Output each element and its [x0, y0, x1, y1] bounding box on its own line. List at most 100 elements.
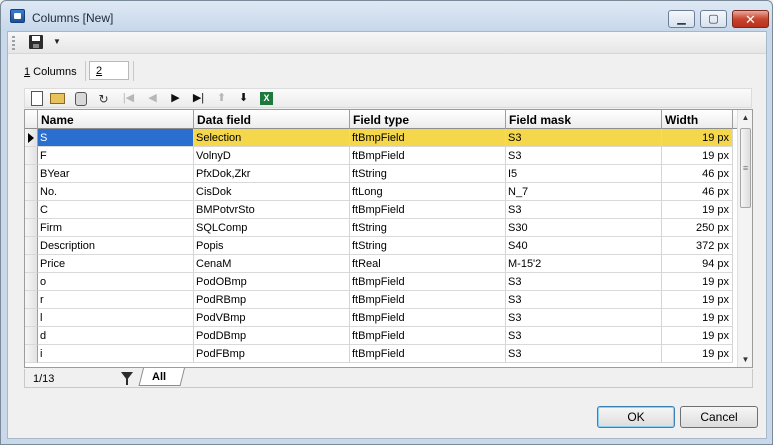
cell-data-field[interactable]: PodRBmp — [194, 291, 350, 309]
table-row[interactable]: Firm SQLComp ftString S30 250 px — [25, 219, 738, 237]
cell-field-mask[interactable]: S3 — [506, 291, 662, 309]
cell-name[interactable]: l — [38, 309, 194, 327]
cell-data-field[interactable]: VolnyD — [194, 147, 350, 165]
table-row[interactable]: F VolnyD ftBmpField S3 19 px — [25, 147, 738, 165]
cell-width[interactable]: 19 px — [662, 201, 733, 219]
cell-name[interactable]: o — [38, 273, 194, 291]
row-indicator[interactable] — [25, 237, 38, 255]
cell-field-mask[interactable]: S30 — [506, 219, 662, 237]
cell-name[interactable]: d — [38, 327, 194, 345]
vertical-scrollbar[interactable]: ▲ ≡ ▼ — [737, 110, 752, 367]
row-indicator[interactable] — [25, 273, 38, 291]
cell-data-field[interactable]: CenaM — [194, 255, 350, 273]
cell-width[interactable]: 19 px — [662, 291, 733, 309]
cell-name[interactable]: BYear — [38, 165, 194, 183]
table-row[interactable]: S Selection ftBmpField S3 19 px — [25, 129, 738, 147]
header-data-field[interactable]: Data field — [194, 110, 350, 129]
cell-width[interactable]: 19 px — [662, 273, 733, 291]
minimize-button[interactable]: ▁ — [668, 10, 695, 28]
cell-field-mask[interactable]: S3 — [506, 201, 662, 219]
cell-width[interactable]: 19 px — [662, 309, 733, 327]
cell-field-type[interactable]: ftLong — [350, 183, 506, 201]
cell-field-type[interactable]: ftBmpField — [350, 327, 506, 345]
cell-field-mask[interactable]: I5 — [506, 165, 662, 183]
save-icon[interactable] — [29, 35, 43, 49]
excel-export-icon[interactable] — [259, 91, 274, 106]
cancel-button[interactable]: Cancel — [680, 406, 758, 428]
header-name[interactable]: Name — [38, 110, 194, 129]
row-indicator[interactable] — [25, 219, 38, 237]
cell-field-type[interactable]: ftString — [350, 219, 506, 237]
cell-width[interactable]: 46 px — [662, 165, 733, 183]
header-field-type[interactable]: Field type — [350, 110, 506, 129]
cell-name[interactable]: Firm — [38, 219, 194, 237]
cell-data-field[interactable]: SQLComp — [194, 219, 350, 237]
table-row[interactable]: d PodDBmp ftBmpField S3 19 px — [25, 327, 738, 345]
prev-record-icon[interactable]: ◀ — [145, 91, 160, 106]
columns-grid[interactable]: Name Data field Field type Field mask Wi… — [24, 109, 753, 368]
cell-field-mask[interactable]: S3 — [506, 129, 662, 147]
scroll-thumb[interactable]: ≡ — [740, 128, 751, 208]
move-up-icon[interactable]: ⬆ — [214, 91, 229, 106]
row-indicator[interactable] — [25, 327, 38, 345]
cell-width[interactable]: 46 px — [662, 183, 733, 201]
move-down-icon[interactable]: ⬇ — [236, 91, 251, 106]
cell-name[interactable]: F — [38, 147, 194, 165]
table-row[interactable]: i PodFBmp ftBmpField S3 19 px — [25, 345, 738, 363]
table-row[interactable]: Description Popis ftString S40 372 px — [25, 237, 738, 255]
cell-field-mask[interactable]: S3 — [506, 147, 662, 165]
cell-field-mask[interactable]: S3 — [506, 309, 662, 327]
row-indicator[interactable] — [25, 147, 38, 165]
cell-field-type[interactable]: ftBmpField — [350, 309, 506, 327]
header-width[interactable]: Width — [662, 110, 733, 129]
header-field-mask[interactable]: Field mask — [506, 110, 662, 129]
cell-field-mask[interactable]: S40 — [506, 237, 662, 255]
row-indicator[interactable] — [25, 255, 38, 273]
cell-name[interactable]: i — [38, 345, 194, 363]
cell-name[interactable]: C — [38, 201, 194, 219]
table-row[interactable]: r PodRBmp ftBmpField S3 19 px — [25, 291, 738, 309]
table-row[interactable]: o PodOBmp ftBmpField S3 19 px — [25, 273, 738, 291]
cell-field-mask[interactable]: S3 — [506, 345, 662, 363]
cell-field-type[interactable]: ftReal — [350, 255, 506, 273]
cell-name[interactable]: r — [38, 291, 194, 309]
cell-field-mask[interactable]: N_7 — [506, 183, 662, 201]
cell-field-type[interactable]: ftBmpField — [350, 273, 506, 291]
cell-field-type[interactable]: ftString — [350, 237, 506, 255]
cell-field-type[interactable]: ftString — [350, 165, 506, 183]
cell-name[interactable]: Price — [38, 255, 194, 273]
cell-width[interactable]: 19 px — [662, 327, 733, 345]
cell-field-type[interactable]: ftBmpField — [350, 129, 506, 147]
row-indicator[interactable] — [25, 165, 38, 183]
cell-name[interactable]: S — [38, 129, 194, 147]
cell-data-field[interactable]: PodOBmp — [194, 273, 350, 291]
cell-data-field[interactable]: Selection — [194, 129, 350, 147]
row-indicator[interactable] — [25, 129, 38, 147]
cell-field-type[interactable]: ftBmpField — [350, 345, 506, 363]
table-row[interactable]: Price CenaM ftReal M-15'2 94 px — [25, 255, 738, 273]
close-button[interactable]: ✕ — [732, 10, 769, 28]
filter-tab-label[interactable]: All — [152, 371, 166, 383]
cell-name[interactable]: No. — [38, 183, 194, 201]
row-indicator[interactable] — [25, 345, 38, 363]
cell-width[interactable]: 372 px — [662, 237, 733, 255]
row-indicator[interactable] — [25, 291, 38, 309]
scroll-down-icon[interactable]: ▼ — [738, 352, 752, 367]
cell-field-type[interactable]: ftBmpField — [350, 147, 506, 165]
cell-data-field[interactable]: BMPotvrSto — [194, 201, 350, 219]
cell-width[interactable]: 19 px — [662, 129, 733, 147]
table-row[interactable]: l PodVBmp ftBmpField S3 19 px — [25, 309, 738, 327]
cell-field-type[interactable]: ftBmpField — [350, 291, 506, 309]
cell-data-field[interactable]: CisDok — [194, 183, 350, 201]
table-row[interactable]: C BMPotvrSto ftBmpField S3 19 px — [25, 201, 738, 219]
tab-number-2[interactable]: 2 — [89, 61, 129, 80]
tab-columns[interactable]: 1 Columns — [24, 66, 77, 78]
cell-data-field[interactable]: Popis — [194, 237, 350, 255]
scroll-up-icon[interactable]: ▲ — [738, 110, 752, 125]
cell-width[interactable]: 94 px — [662, 255, 733, 273]
row-indicator[interactable] — [25, 309, 38, 327]
delete-icon[interactable] — [73, 91, 88, 106]
first-record-icon[interactable]: |◀ — [121, 91, 136, 106]
cell-field-type[interactable]: ftBmpField — [350, 201, 506, 219]
maximize-button[interactable]: ▢ — [700, 10, 727, 28]
